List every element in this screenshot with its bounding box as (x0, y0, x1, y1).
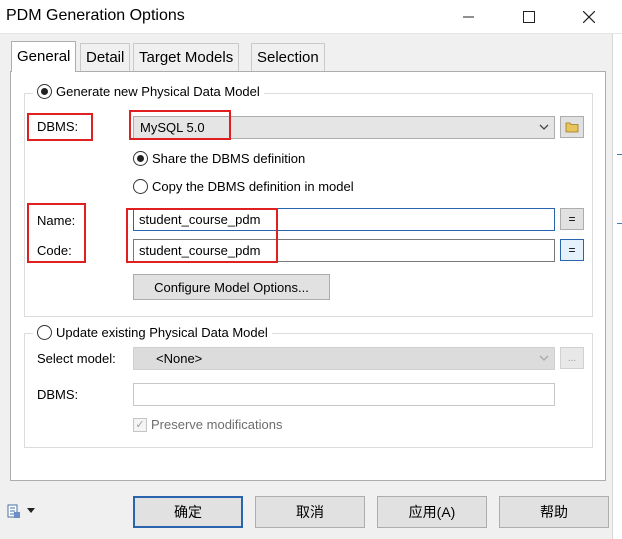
help-button[interactable]: 帮助 (499, 496, 609, 528)
share-dbms-option[interactable]: Share the DBMS definition (133, 151, 305, 166)
tab-general[interactable]: General (11, 41, 77, 72)
share-dbms-radio[interactable] (133, 151, 148, 166)
maximize-icon (523, 11, 535, 23)
update-radio-option[interactable]: Update existing Physical Data Model (33, 325, 272, 340)
minimize-button[interactable] (454, 6, 484, 28)
code-equals-button[interactable]: = (560, 239, 584, 261)
name-equals-button[interactable]: = (560, 208, 584, 230)
update-radio[interactable] (37, 325, 52, 340)
select-model-label: Select model: (37, 351, 116, 366)
preserve-modifications-label: Preserve modifications (151, 417, 283, 432)
share-dbms-label: Share the DBMS definition (152, 151, 306, 166)
close-button[interactable] (574, 6, 604, 28)
name-field[interactable]: student_course_pdm (133, 208, 555, 231)
apply-button[interactable]: 应用(A) (377, 496, 487, 528)
tab-detail[interactable]: Detail (80, 43, 131, 71)
update-dbms-field[interactable] (133, 383, 555, 406)
chevron-down-icon (538, 121, 550, 136)
cancel-button[interactable]: 取消 (255, 496, 365, 528)
window-title: PDM Generation Options (6, 7, 185, 24)
generate-radio-label: Generate new Physical Data Model (56, 84, 260, 99)
chevron-down-icon (538, 352, 550, 367)
copy-dbms-label: Copy the DBMS definition in model (152, 179, 354, 194)
options-menu-button[interactable] (6, 503, 35, 519)
background-window-edge (612, 34, 622, 539)
update-dbms-label: DBMS: (37, 387, 79, 402)
minimize-icon (463, 16, 474, 18)
tab-selection[interactable]: Selection (251, 43, 325, 71)
tab-target-models[interactable]: Target Models (133, 43, 240, 71)
select-model-value: <None> (156, 351, 203, 366)
dbms-select-value: MySQL 5.0 (140, 120, 205, 135)
preserve-modifications-option[interactable]: ✓ Preserve modifications (133, 417, 283, 432)
configure-model-options-button[interactable]: Configure Model Options... (133, 274, 330, 300)
copy-dbms-option[interactable]: Copy the DBMS definition in model (133, 179, 354, 194)
generate-radio[interactable] (37, 84, 52, 99)
copy-dbms-radio[interactable] (133, 179, 148, 194)
code-field[interactable]: student_course_pdm (133, 239, 555, 262)
ok-button[interactable]: 确定 (133, 496, 243, 528)
close-icon (583, 11, 595, 23)
update-radio-label: Update existing Physical Data Model (56, 325, 268, 340)
select-model-dropdown[interactable]: <None> (133, 347, 555, 370)
browse-model-button[interactable]: ... (560, 347, 584, 369)
maximize-button[interactable] (514, 6, 544, 28)
preserve-modifications-checkbox[interactable]: ✓ (133, 417, 147, 432)
dbms-label: DBMS: (37, 119, 79, 134)
dropdown-arrow-icon (27, 508, 35, 513)
folder-icon (565, 122, 579, 133)
code-label: Code: (37, 243, 72, 258)
browse-dbms-button[interactable] (560, 116, 584, 138)
name-label: Name: (37, 213, 76, 228)
dbms-select[interactable]: MySQL 5.0 (133, 116, 555, 139)
properties-icon (7, 504, 20, 518)
generate-radio-option[interactable]: Generate new Physical Data Model (33, 84, 264, 99)
